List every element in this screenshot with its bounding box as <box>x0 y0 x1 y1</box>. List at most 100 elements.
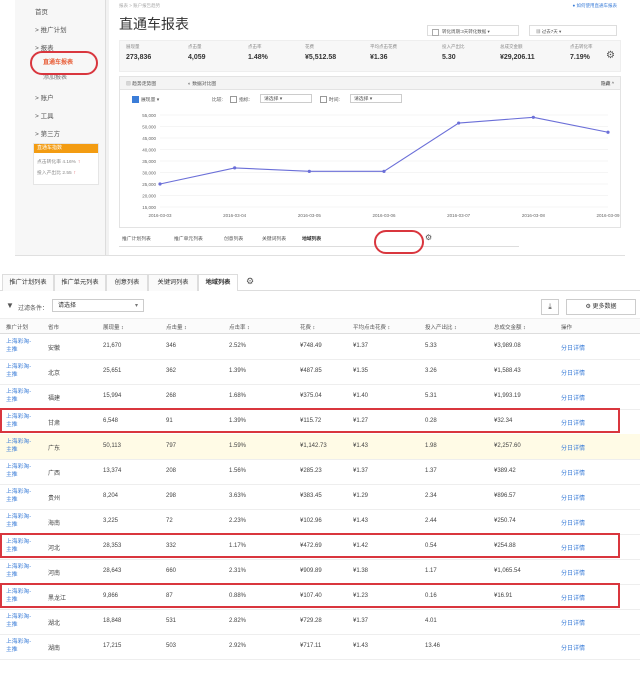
page-title: 直通车报表 <box>119 16 189 32</box>
tab-adgroup-list[interactable]: 推广单元列表 <box>54 274 106 291</box>
highlight-circle-region-tab <box>374 230 424 254</box>
table-row: 上海彩淘- 主推 湖南 17,215 503 2.92% ¥717.11 ¥1.43 13.4… <box>0 634 640 660</box>
cell-impressions: 18,848 <box>103 618 122 624</box>
cell-ctr: 1.59% <box>229 443 247 449</box>
tab-compare-chart[interactable]: ◐ 数据对比图 <box>188 80 216 87</box>
tab-adgroup-list[interactable]: 推广单元列表 <box>174 235 203 242</box>
x-tick-label: 2016-03-03 <box>148 213 172 218</box>
data-point <box>158 182 162 186</box>
tab-keyword-list[interactable]: 关键词列表 <box>262 235 286 242</box>
more-data-button[interactable]: ⚙ 更多数据 <box>566 299 636 315</box>
cell-campaign[interactable]: 上海彩淘- 主推 <box>6 638 31 654</box>
sidebar-item-third-party[interactable]: > 第三方 <box>35 128 60 138</box>
highlight-box-row <box>0 533 620 558</box>
date-range-picker[interactable]: ▦ 过去7天 ▾ <box>529 25 617 36</box>
metric-c-option[interactable]: 时间: <box>320 96 340 104</box>
cell-campaign[interactable]: 上海彩淘- 主推 <box>6 463 31 479</box>
cell-roi: 1.17 <box>425 568 437 574</box>
tab-trend-chart[interactable]: ▥ 趋势走势图 <box>126 80 156 87</box>
x-tick-label: 2016-03-06 <box>372 213 396 218</box>
cell-campaign[interactable]: 上海彩淘- 主推 <box>6 488 31 504</box>
cell-campaign[interactable]: 上海彩淘- 主推 <box>6 338 31 354</box>
collapse-button[interactable]: 隐藏 ^ <box>601 80 614 87</box>
cell-region: 海南 <box>48 521 61 527</box>
tab-campaign-list[interactable]: 推广计划列表 <box>2 274 54 291</box>
daily-details-link[interactable]: 分日详情 <box>561 443 585 452</box>
cell-clicks: 503 <box>166 643 177 649</box>
cell-cost: ¥487.85 <box>300 368 322 374</box>
data-point <box>606 130 610 134</box>
cell-ctr: 1.56% <box>229 468 247 474</box>
conversion-period-select[interactable]: 转化周期:3天转化数据 ▾ <box>427 25 519 36</box>
cell-campaign[interactable]: 上海彩淘- 主推 <box>6 563 31 579</box>
sidebar-item-account[interactable]: > 账户 <box>35 92 54 102</box>
tab-region-list[interactable]: 地域列表 <box>302 235 321 242</box>
download-button[interactable]: ⤓ <box>541 299 559 315</box>
y-tick-label: 20,000 <box>142 193 156 198</box>
tab-creative-list[interactable]: 创意列表 <box>224 235 243 242</box>
x-tick-label: 2016-03-07 <box>447 213 471 218</box>
x-tick-label: 2016-03-05 <box>298 213 322 218</box>
column-header-cpc[interactable]: 平均点击花费 ↕ <box>353 323 390 331</box>
cell-cost: ¥748.49 <box>300 343 322 349</box>
cell-campaign[interactable]: 上海彩淘- 主推 <box>6 388 31 404</box>
gear-icon[interactable]: ⚙ <box>606 50 615 61</box>
column-header-impressions[interactable]: 展现量 ↕ <box>103 323 124 331</box>
tab-keyword-list[interactable]: 关键词列表 <box>148 274 198 291</box>
metric-c-select[interactable]: 请选择 ▾ <box>350 94 402 103</box>
report-screenshot-bottom: 推广计划列表 推广单元列表 创意列表 关键词列表 地域列表 ⚙ ▼ 过滤条件： … <box>0 272 640 678</box>
metric-gmv: 总成交金额 ¥29,206.11 <box>500 44 535 61</box>
cell-gmv: ¥250.74 <box>494 518 516 524</box>
cell-campaign[interactable]: 上海彩淘- 主推 <box>6 438 31 454</box>
tab-region-list[interactable]: 地域列表 <box>198 274 238 291</box>
column-header-roi[interactable]: 投入产出比 ↕ <box>425 323 457 331</box>
daily-details-link[interactable]: 分日详情 <box>561 493 585 502</box>
column-header-campaign: 推广计划 <box>6 325 29 331</box>
download-icon: ⤓ <box>548 302 552 311</box>
tab-campaign-list[interactable]: 推广计划列表 <box>122 235 151 242</box>
daily-details-link[interactable]: 分日详情 <box>561 343 585 352</box>
column-header-clicks[interactable]: 点击量 ↕ <box>166 323 187 331</box>
daily-details-link[interactable]: 分日详情 <box>561 618 585 627</box>
daily-details-link[interactable]: 分日详情 <box>561 393 585 402</box>
daily-details-link[interactable]: 分日详情 <box>561 368 585 377</box>
column-header-cost[interactable]: 花费 ↕ <box>300 323 315 331</box>
cell-cost: ¥383.45 <box>300 493 322 499</box>
metric-b-option[interactable]: 指标: <box>230 96 250 104</box>
daily-details-link[interactable]: 分日详情 <box>561 518 585 527</box>
daily-details-link[interactable]: 分日详情 <box>561 643 585 652</box>
cell-clicks: 797 <box>166 443 177 449</box>
tab-creative-list[interactable]: 创意列表 <box>106 274 148 291</box>
data-point <box>531 115 535 119</box>
gear-icon[interactable]: ⚙ <box>246 276 254 287</box>
metric-a-option[interactable]: 展现量 ▾ <box>132 96 159 104</box>
help-link[interactable]: ● 如何使用直通车报表 <box>573 3 617 9</box>
sidebar-item-tools[interactable]: > 工具 <box>35 110 54 120</box>
cell-clicks: 208 <box>166 468 177 474</box>
daily-details-link[interactable]: 分日详情 <box>561 568 585 577</box>
cell-region: 湖北 <box>48 621 61 627</box>
cell-campaign[interactable]: 上海彩淘- 主推 <box>6 363 31 379</box>
column-header-ctr[interactable]: 点击率 ↕ <box>229 323 250 331</box>
column-header-gmv[interactable]: 总成交金额 ↕ <box>494 323 526 331</box>
daily-details-link[interactable]: 分日详情 <box>561 468 585 477</box>
sidebar-item-campaigns[interactable]: > 推广计划 <box>35 24 67 34</box>
cell-clicks: 298 <box>166 493 177 499</box>
cell-cpc: ¥1.37 <box>353 343 369 349</box>
y-tick-label: 35,000 <box>142 159 156 164</box>
cell-impressions: 28,643 <box>103 568 122 574</box>
filter-select[interactable]: 请选择 ▾ <box>52 299 144 312</box>
y-tick-label: 25,000 <box>142 182 156 187</box>
cell-campaign[interactable]: 上海彩淘- 主推 <box>6 613 31 629</box>
breadcrumb[interactable]: 报表 > 账户报告趋势 <box>119 3 160 9</box>
sidebar-item-home[interactable]: 首页 <box>35 6 48 16</box>
metric-cost: 花费 ¥5,512.58 <box>305 44 337 61</box>
cell-ctr: 2.31% <box>229 568 247 574</box>
metric-b-select[interactable]: 请选择 ▾ <box>260 94 312 103</box>
table-row: 上海彩淘- 主推 安徽 21,670 346 2.52% ¥748.49 ¥1.37 5.33… <box>0 334 640 360</box>
gear-icon[interactable]: ⚙ <box>425 233 432 242</box>
cell-impressions: 15,994 <box>103 393 122 399</box>
checkbox-checked-icon <box>132 96 139 104</box>
cell-ctr: 3.63% <box>229 493 247 499</box>
cell-campaign[interactable]: 上海彩淘- 主推 <box>6 513 31 529</box>
